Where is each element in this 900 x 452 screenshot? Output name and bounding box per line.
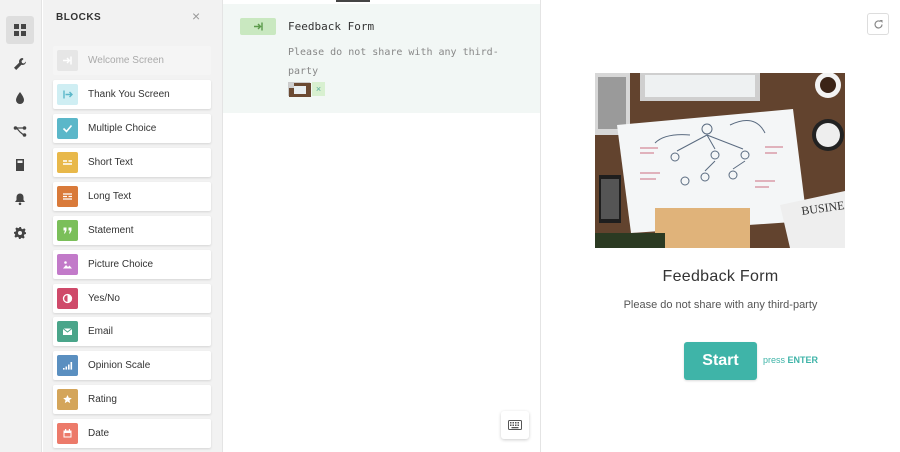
press-prefix: press — [763, 355, 786, 365]
refresh-preview-button[interactable] — [867, 13, 889, 35]
enter-icon — [253, 22, 263, 31]
block-multiple-choice[interactable]: Multiple Choice — [53, 114, 211, 143]
block-opinion-scale[interactable]: Opinion Scale — [53, 351, 211, 380]
hero-image: BUSINE — [595, 73, 845, 248]
block-picture-choice[interactable]: Picture Choice — [53, 250, 211, 279]
short-text-icon — [57, 152, 78, 173]
icon-rail — [0, 0, 42, 452]
start-button[interactable]: Start — [684, 342, 757, 380]
calculator-icon — [16, 159, 24, 171]
block-label: Opinion Scale — [88, 360, 151, 371]
sidebar-item-build[interactable] — [6, 16, 34, 44]
preview-title: Feedback Form — [662, 268, 779, 285]
block-long-text[interactable]: Long Text — [53, 182, 211, 211]
block-date[interactable]: Date — [53, 419, 211, 448]
block-welcome-screen: Welcome Screen — [53, 46, 211, 75]
block-label: Picture Choice — [88, 259, 154, 270]
press-key: ENTER — [787, 355, 819, 365]
keyboard-shortcuts-button[interactable] — [501, 411, 529, 439]
block-statement[interactable]: Statement — [53, 216, 211, 245]
thumbnail-image — [289, 83, 311, 97]
sidebar-item-design[interactable] — [6, 84, 34, 112]
quote-icon — [57, 220, 78, 241]
check-icon — [57, 118, 78, 139]
desk-photo: BUSINE — [595, 73, 845, 248]
enter-icon — [57, 50, 78, 71]
sidebar-item-calculator[interactable] — [6, 151, 34, 179]
email-icon — [57, 321, 78, 342]
block-label: Multiple Choice — [88, 123, 157, 134]
scale-icon — [57, 355, 78, 376]
remove-image-button[interactable]: × — [312, 82, 325, 96]
welcome-screen-tag — [240, 18, 276, 35]
sidebar-item-logic[interactable] — [6, 117, 34, 145]
block-label: Yes/No — [88, 293, 120, 304]
block-yes-no[interactable]: Yes/No — [53, 284, 211, 313]
question-card-welcome[interactable]: Feedback Form Please do not share with a… — [223, 4, 540, 113]
block-label: Date — [88, 428, 110, 439]
blocks-panel: BLOCKS × Welcome Screen Thank You Screen… — [43, 0, 223, 452]
calendar-icon — [57, 423, 78, 444]
logic-icon — [13, 126, 27, 137]
block-thank-you-screen[interactable]: Thank You Screen — [53, 80, 211, 109]
sidebar-item-preferences[interactable] — [6, 219, 34, 247]
press-enter-hint: press ENTER — [763, 355, 818, 365]
gear-icon — [14, 227, 26, 239]
star-icon — [57, 389, 78, 410]
bell-icon — [15, 193, 25, 206]
block-label: Welcome Screen — [88, 55, 164, 66]
blocks-title: BLOCKS — [56, 12, 102, 23]
question-description: Please do not share with any third-party — [288, 47, 499, 77]
yes-no-icon — [57, 288, 78, 309]
image-thumbnail[interactable] — [288, 82, 311, 97]
block-label: Rating — [88, 394, 117, 405]
block-email[interactable]: Email — [53, 317, 211, 346]
question-list: Feedback Form Please do not share with a… — [223, 0, 541, 452]
sidebar-item-settings[interactable] — [6, 50, 34, 78]
block-label: Long Text — [88, 191, 132, 202]
drag-handle[interactable] — [336, 0, 370, 2]
exit-icon — [57, 84, 78, 105]
block-label: Thank You Screen — [88, 89, 170, 100]
block-label: Short Text — [88, 157, 133, 168]
block-short-text[interactable]: Short Text — [53, 148, 211, 177]
block-label: Email — [88, 326, 114, 337]
grid-icon — [14, 24, 26, 36]
form-preview: BUSINE Feedback Form Please do not share… — [541, 0, 900, 452]
droplet-icon — [16, 92, 24, 104]
close-icon[interactable]: × — [192, 9, 200, 23]
refresh-icon — [873, 19, 883, 28]
question-title: Feedback Form — [288, 20, 375, 33]
sidebar-item-notifications[interactable] — [6, 185, 34, 213]
block-rating[interactable]: Rating — [53, 385, 211, 414]
picture-icon — [57, 254, 78, 275]
wrench-icon — [14, 58, 26, 70]
block-label: Statement — [88, 225, 134, 236]
long-text-icon — [57, 186, 78, 207]
preview-description: Please do not share with any third-party — [623, 299, 818, 311]
keyboard-icon — [508, 420, 522, 430]
